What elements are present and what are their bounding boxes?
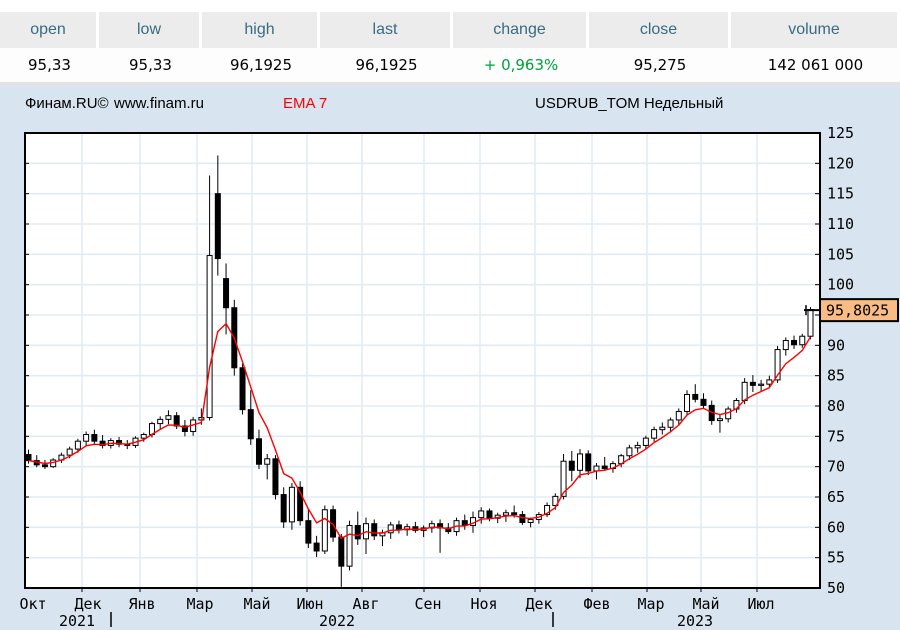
col-header-change: change — [453, 12, 589, 48]
svg-text:Май: Май — [692, 595, 719, 613]
col-header-volume: volume — [731, 12, 900, 48]
col-header-high: high — [202, 12, 320, 48]
chart-title-row: Финам.RU© www.finam.ru EMA 7 USDRUB_TOM … — [0, 95, 900, 115]
col-header-open: open — [0, 12, 99, 48]
svg-text:Янв: Янв — [128, 595, 155, 613]
svg-text:80: 80 — [827, 397, 845, 415]
current-price-text: 95,8025 — [826, 302, 889, 320]
svg-text:100: 100 — [827, 276, 854, 294]
svg-text:Май: Май — [243, 595, 270, 613]
svg-text:55: 55 — [827, 549, 845, 567]
last-value: 96,1925 — [320, 56, 453, 74]
col-header-close: close — [589, 12, 731, 48]
svg-text:90: 90 — [827, 336, 845, 354]
svg-text:Июн: Июн — [296, 595, 323, 613]
svg-text:2022: 2022 — [319, 612, 355, 630]
svg-text:Ноя: Ноя — [470, 595, 497, 613]
finam-chart-window: { "header": { "columns": [ {"label": "op… — [0, 0, 900, 630]
quote-values-row: 95,33 95,33 96,1925 96,1925 + 0,963% 95,… — [0, 48, 900, 82]
high-value: 96,1925 — [202, 56, 320, 74]
col-header-low: low — [99, 12, 202, 48]
svg-text:Авг: Авг — [352, 595, 379, 613]
svg-text:105: 105 — [827, 245, 854, 263]
svg-text:120: 120 — [827, 154, 854, 172]
chart-area: Финам.RU© www.finam.ru EMA 7 USDRUB_TOM … — [0, 86, 900, 630]
svg-text:Фев: Фев — [583, 595, 610, 613]
top-margin — [0, 0, 900, 12]
svg-text:Дек: Дек — [525, 595, 552, 613]
col-header-last: last — [320, 12, 453, 48]
low-value: 95,33 — [99, 56, 202, 74]
change-value: + 0,963% — [453, 56, 589, 74]
svg-text:85: 85 — [827, 367, 845, 385]
quote-header-row: open low high last change close volume — [0, 12, 900, 48]
svg-text:Июл: Июл — [747, 595, 774, 613]
svg-text:2023: 2023 — [677, 612, 713, 630]
volume-value: 142 061 000 — [731, 56, 900, 74]
site-link[interactable]: www.finam.ru — [114, 95, 204, 112]
svg-text:70: 70 — [827, 458, 845, 476]
ema-indicator-label: EMA 7 — [283, 95, 327, 112]
svg-text:Дек: Дек — [74, 595, 101, 613]
open-value: 95,33 — [0, 56, 99, 74]
svg-text:50: 50 — [827, 579, 845, 597]
brand-label: Финам.RU© — [25, 95, 109, 112]
price-chart-svg: 125 120 115 110 105 100 90 85 80 75 70 65 60 55 50 Окт Д… — [0, 120, 900, 630]
svg-text:Сен: Сен — [414, 595, 441, 613]
svg-text:115: 115 — [827, 185, 854, 203]
svg-text:65: 65 — [827, 488, 845, 506]
svg-text:75: 75 — [827, 427, 845, 445]
close-value: 95,275 — [589, 56, 731, 74]
svg-text:2021: 2021 — [59, 612, 95, 630]
svg-text:125: 125 — [827, 124, 854, 142]
instrument-label: USDRUB_TOM Недельный — [535, 95, 723, 112]
svg-text:110: 110 — [827, 215, 854, 233]
svg-text:Мар: Мар — [186, 595, 213, 613]
svg-text:Мар: Мар — [637, 595, 664, 613]
svg-text:60: 60 — [827, 518, 845, 536]
svg-text:Окт: Окт — [19, 595, 46, 613]
